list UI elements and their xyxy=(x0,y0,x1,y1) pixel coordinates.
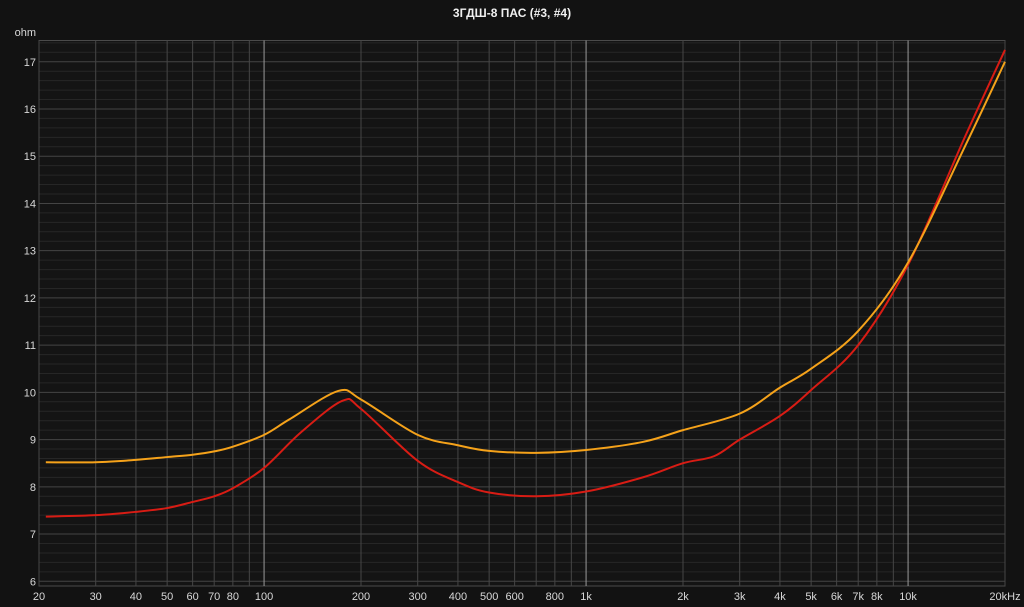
x-tick-label: 60 xyxy=(187,591,199,603)
x-tick-label: 2k xyxy=(677,591,689,603)
y-axis-label: ohm xyxy=(15,27,36,39)
x-tick-label: 800 xyxy=(546,591,564,603)
x-tick-label: 40 xyxy=(130,591,142,603)
x-tick-label: 50 xyxy=(161,591,173,603)
x-tick-label: 300 xyxy=(409,591,427,603)
x-tick-label: 6k xyxy=(831,591,843,603)
x-ticks: 20 30 40 50 60 70 80 100 200 300 400 500 600 800 1k 2k 3… xyxy=(33,591,1021,603)
x-tick-label: 500 xyxy=(480,591,498,603)
x-tick-label: 200 xyxy=(352,591,370,603)
chart-title: 3ГДШ-8 ПАС (#3, #4) xyxy=(453,6,571,20)
y-tick-label: 16 xyxy=(24,104,36,116)
y-tick-label: 10 xyxy=(24,387,36,399)
x-tick-label: 80 xyxy=(227,591,239,603)
x-tick-label: 4k xyxy=(774,591,786,603)
y-tick-label: 13 xyxy=(24,246,36,258)
x-tick-label: 100 xyxy=(255,591,273,603)
y-tick-label: 6 xyxy=(30,576,36,588)
x-tick-label: 1k xyxy=(580,591,592,603)
y-tick-label: 11 xyxy=(25,340,36,352)
y-tick-label: 7 xyxy=(30,529,36,541)
x-tick-label: 70 xyxy=(208,591,220,603)
y-tick-label: 14 xyxy=(24,198,36,210)
x-tick-label: 8k xyxy=(871,591,883,603)
x-tick-label: 3k xyxy=(734,591,746,603)
x-tick-label: 7k xyxy=(852,591,864,603)
x-tick-label: 20kHz xyxy=(989,591,1020,603)
x-tick-label: 30 xyxy=(90,591,102,603)
y-tick-label: 15 xyxy=(24,151,36,163)
x-tick-label: 5k xyxy=(805,591,817,603)
x-tick-label: 600 xyxy=(505,591,523,603)
impedance-chart: 3ГДШ-8 ПАС (#3, #4) ohm 6 7 8 9 10 11 12 13 14 15… xyxy=(15,6,1021,603)
y-tick-label: 12 xyxy=(24,293,36,305)
x-tick-label: 400 xyxy=(449,591,467,603)
y-tick-label: 9 xyxy=(30,435,36,447)
y-tick-label: 17 xyxy=(24,57,36,69)
y-tick-label: 8 xyxy=(30,482,36,494)
y-ticks: 6 7 8 9 10 11 12 13 14 15 16 17 xyxy=(24,57,36,589)
x-tick-label: 20 xyxy=(33,591,45,603)
x-tick-label: 10k xyxy=(899,591,917,603)
